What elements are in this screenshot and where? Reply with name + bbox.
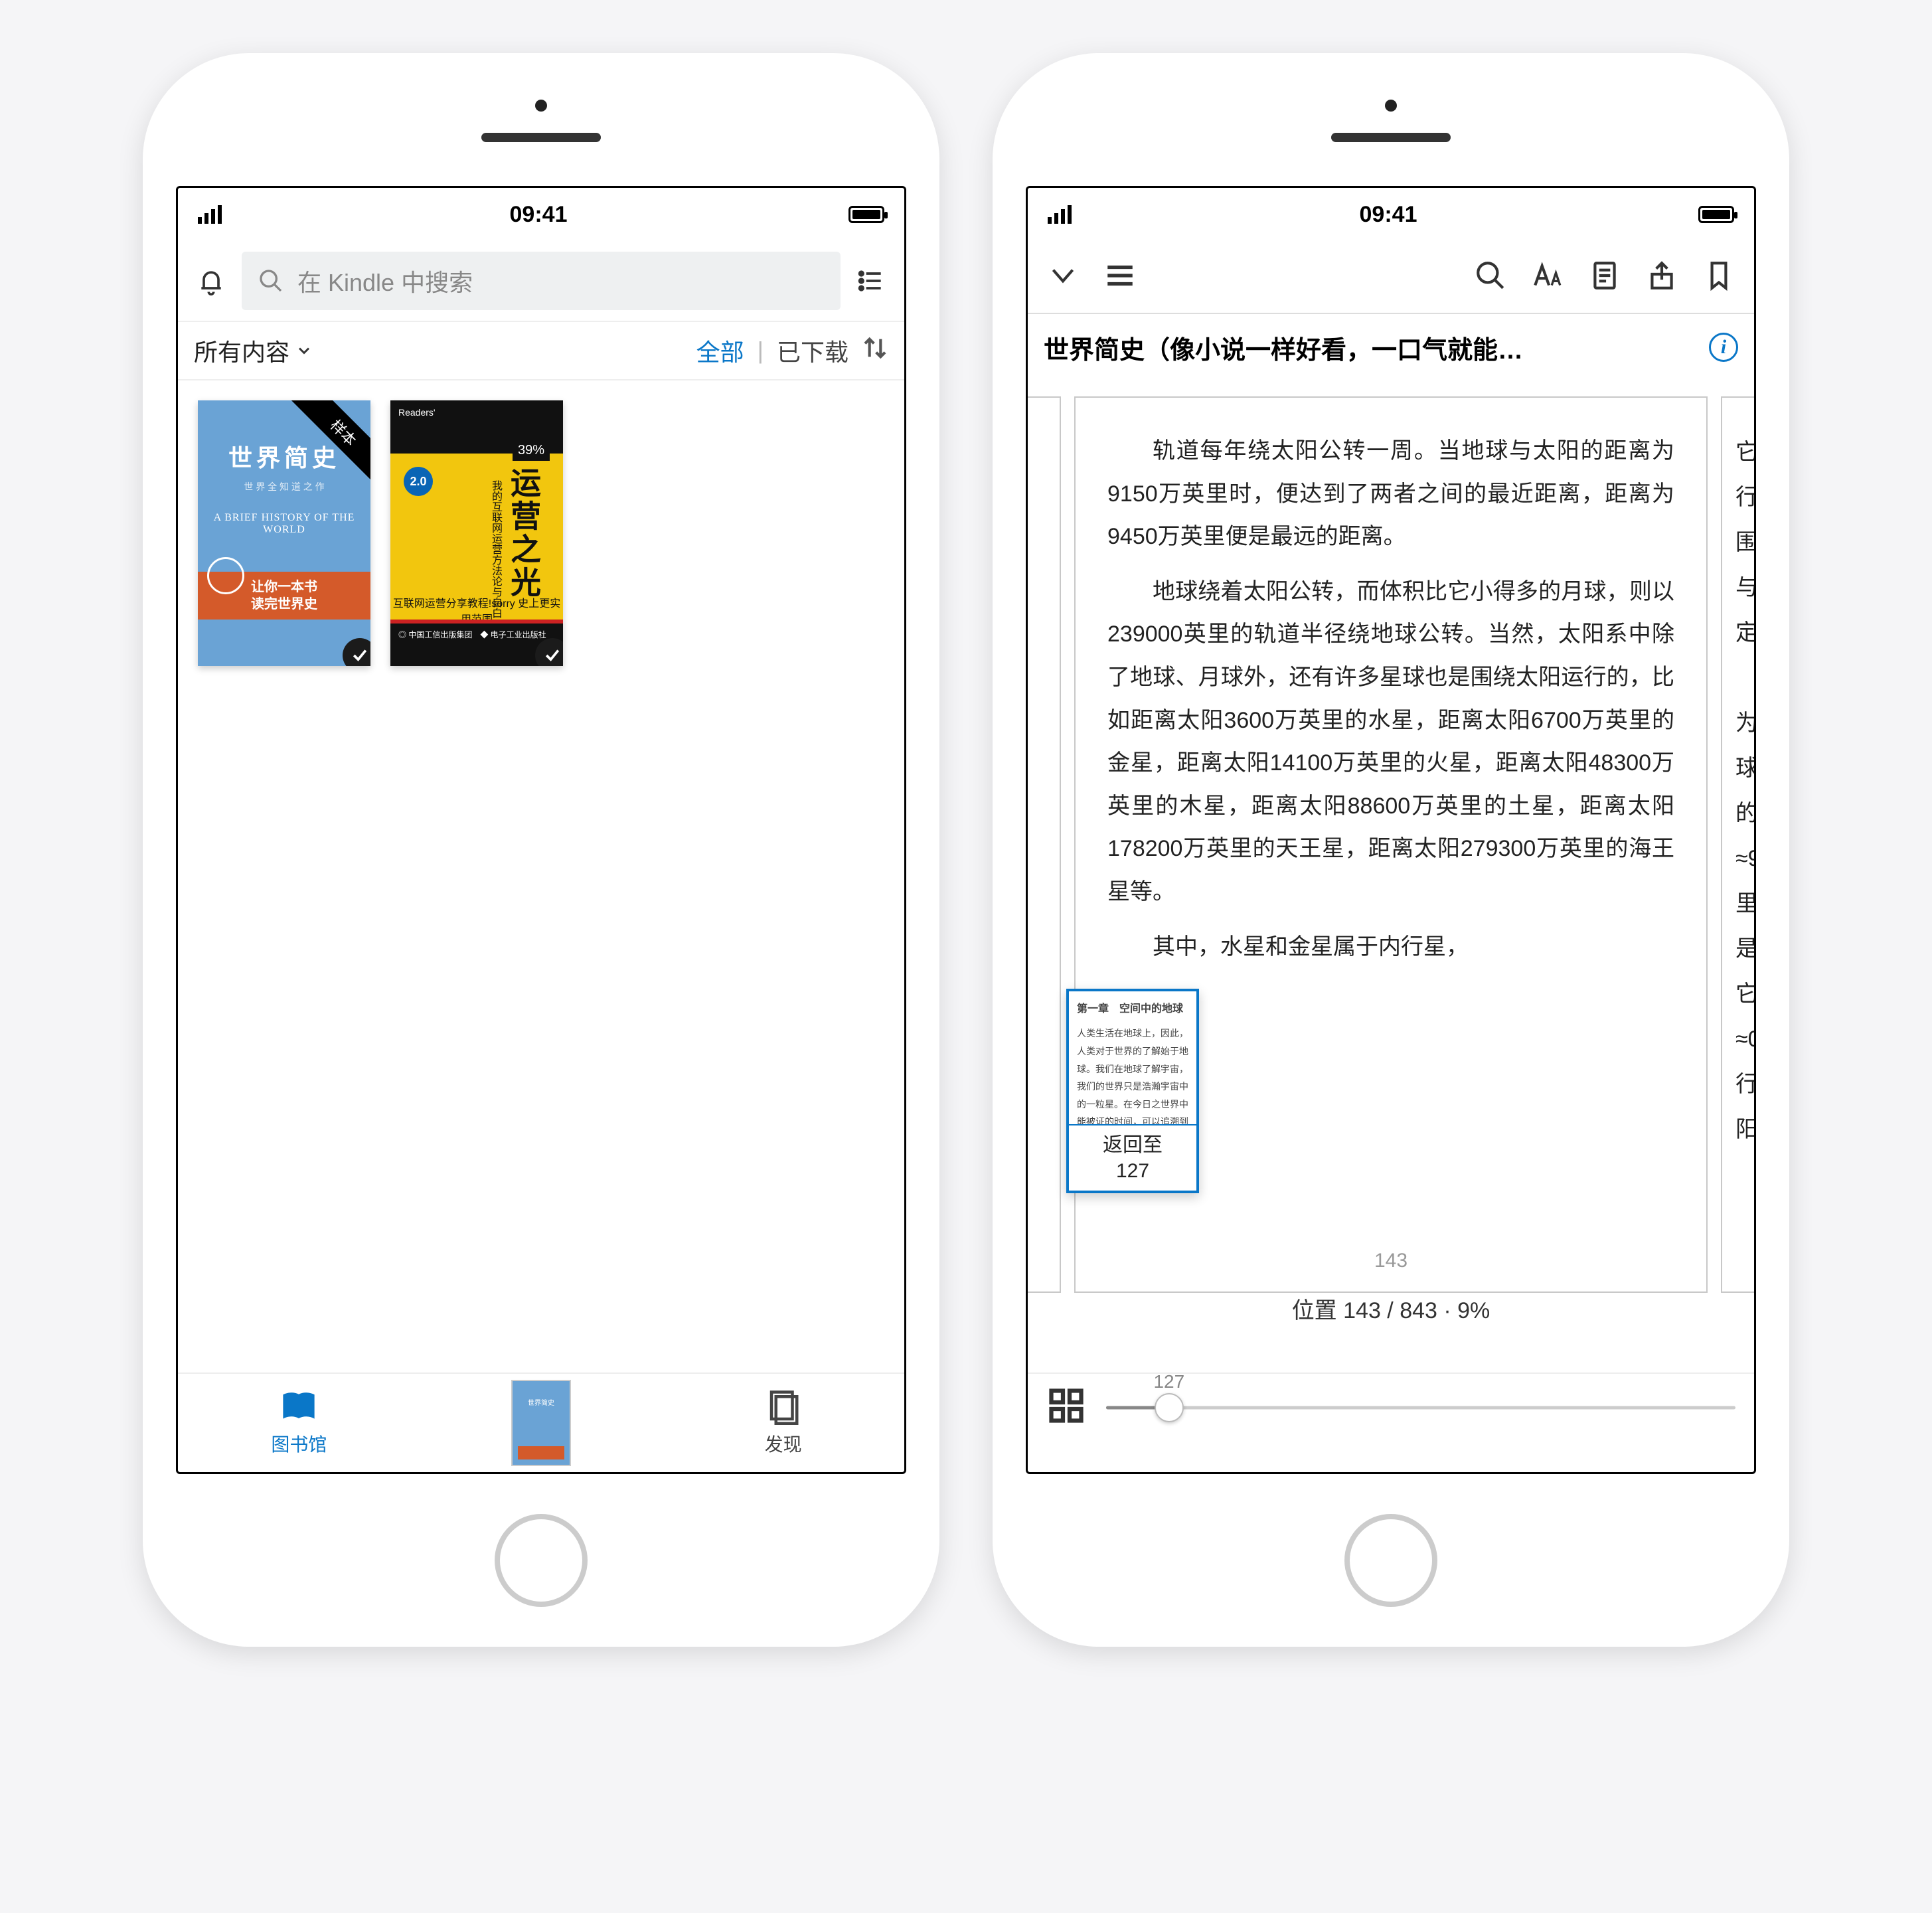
info-icon[interactable]: i bbox=[1709, 333, 1738, 362]
menu-icon[interactable] bbox=[1103, 259, 1137, 295]
signal-icon bbox=[198, 205, 222, 224]
filter-dropdown[interactable]: 所有内容 bbox=[194, 333, 313, 368]
nav-discover[interactable]: 发现 bbox=[662, 1374, 904, 1472]
filter-bar: 所有内容 全部 | 已下载 bbox=[178, 321, 904, 380]
clock: 09:41 bbox=[1360, 202, 1417, 228]
chevron-down-icon bbox=[295, 341, 313, 360]
library-topbar: 在 Kindle 中搜索 bbox=[178, 241, 904, 321]
return-to-card[interactable]: 第一章 空间中的地球 人类生活在地球上，因此，人类对于世界的了解始于地球。我们在… bbox=[1066, 989, 1199, 1193]
book-item-yunying[interactable]: Readers' 39% 2.0 运营之光 我的互联网运营方法论与自白 互联网运… bbox=[390, 400, 563, 666]
sort-icon[interactable] bbox=[862, 335, 888, 367]
battery-icon bbox=[848, 206, 884, 223]
reader-toolbar bbox=[1028, 241, 1754, 314]
home-button[interactable] bbox=[495, 1514, 588, 1607]
book-title-bar: 世界简史（像小说一样好看，一口气就能… i bbox=[1028, 314, 1754, 380]
book-open-icon bbox=[281, 1389, 317, 1425]
bookmark-icon[interactable] bbox=[1702, 259, 1735, 295]
status-bar: 09:41 bbox=[1028, 188, 1754, 241]
tab-all[interactable]: 全部 bbox=[696, 333, 744, 368]
progress-badge: 39% bbox=[513, 440, 550, 461]
nav-current-book[interactable]: 世界简史 bbox=[420, 1374, 663, 1472]
library-grid: 样本 世界简史 世 界 全 知 道 之 作 A BRIEF HISTORY OF… bbox=[178, 380, 904, 1372]
slider-knob[interactable] bbox=[1155, 1393, 1184, 1422]
page-number: 143 bbox=[1076, 1242, 1706, 1280]
search-icon[interactable] bbox=[1474, 259, 1507, 295]
tab-downloaded[interactable]: 已下载 bbox=[777, 333, 848, 368]
reading-area[interactable]: 个两 径为 虽 大约 士所 据证 人们 驳地 以天 以日 一样 之所 为地 以证… bbox=[1028, 380, 1754, 1372]
status-bar: 09:41 bbox=[178, 188, 904, 241]
bottom-nav: 图书馆 世界简史 发现 bbox=[178, 1372, 904, 1472]
phone-reader: 09:41 世界简史（像小说一样好看，一口气就能… i 个两 径为 虽 大约 士… bbox=[993, 53, 1789, 1647]
search-icon bbox=[258, 268, 284, 294]
clock: 09:41 bbox=[510, 202, 568, 228]
bell-icon[interactable] bbox=[194, 264, 228, 298]
page-prev[interactable]: 个两 径为 虽 大约 士所 据证 人们 驳地 以天 以日 一样 之所 为地 以证… bbox=[1028, 396, 1061, 1293]
home-button[interactable] bbox=[1344, 1514, 1437, 1607]
signal-icon bbox=[1048, 205, 1072, 224]
font-settings-icon[interactable] bbox=[1531, 259, 1564, 295]
phone-library: 09:41 在 Kindle 中搜索 所有内容 全部 bbox=[143, 53, 939, 1647]
reader-bottom: 127 bbox=[1028, 1372, 1754, 1472]
share-icon[interactable] bbox=[1645, 259, 1678, 295]
book-title: 世界简史（像小说一样好看，一口气就能… bbox=[1044, 329, 1523, 366]
compass-icon bbox=[765, 1389, 801, 1425]
downloaded-badge bbox=[343, 638, 370, 666]
book-item-world-history[interactable]: 样本 世界简史 世 界 全 知 道 之 作 A BRIEF HISTORY OF… bbox=[198, 400, 370, 666]
list-options-icon[interactable] bbox=[854, 264, 888, 298]
notes-icon[interactable] bbox=[1588, 259, 1621, 295]
position-label: 位置 143 / 843 · 9% bbox=[1028, 1289, 1754, 1333]
progress-slider[interactable]: 127 bbox=[1106, 1391, 1735, 1424]
grid-view-icon[interactable] bbox=[1046, 1386, 1086, 1429]
page-next[interactable]: 它们 行星 围。 与其 定的 为1英 球， 的大 ≈91. 里一 是小 它与 ≈… bbox=[1721, 396, 1754, 1293]
search-input[interactable]: 在 Kindle 中搜索 bbox=[242, 252, 841, 310]
nav-library[interactable]: 图书馆 bbox=[178, 1374, 420, 1472]
screen-library: 09:41 在 Kindle 中搜索 所有内容 全部 bbox=[176, 186, 906, 1474]
search-placeholder: 在 Kindle 中搜索 bbox=[297, 264, 473, 298]
screen-reader: 09:41 世界简史（像小说一样好看，一口气就能… i 个两 径为 虽 大约 士… bbox=[1026, 186, 1756, 1474]
battery-icon bbox=[1698, 206, 1734, 223]
current-book-thumb: 世界简史 bbox=[511, 1380, 571, 1466]
close-chevron-icon[interactable] bbox=[1046, 259, 1080, 295]
